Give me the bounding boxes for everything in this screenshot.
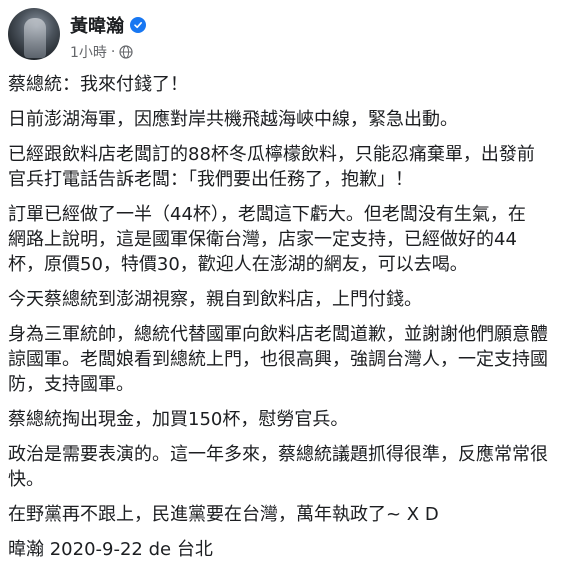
post-body: 蔡總統：我來付錢了！ 日前澎湖海軍，因應對岸共機飛越海峽中線，緊急出動。 已經跟… — [8, 72, 576, 572]
post-paragraph: 在野黨再不跟上，民進黨要在台灣，萬年執政了~ X D — [8, 504, 439, 525]
globe-icon[interactable] — [119, 45, 133, 59]
author-name[interactable]: 黃暐瀚 — [70, 12, 124, 38]
avatar-figure — [24, 18, 46, 58]
post-signature: 暐瀚 2020-9-22 de 台北 — [8, 539, 213, 560]
post-paragraph: 蔡總統掏出現金，加買150杯，慰勞官兵。 — [8, 409, 349, 430]
meta-separator: · — [110, 44, 116, 60]
post-paragraph: 身為三軍統帥，總統代替國軍向飲料店老闆道歉，並謝謝他們願意體 諒國軍。老闆娘看到… — [8, 324, 548, 395]
post-meta: 1小時 · — [70, 42, 133, 62]
post-header: 黃暐瀚 1小時 · — [8, 8, 568, 64]
post-paragraph: 已經跟飲料店老闆訂的88杯冬瓜檸檬飲料，只能忍痛棄單，出發前 官兵打電話告訴老闆… — [8, 144, 535, 190]
post-paragraph: 蔡總統：我來付錢了！ — [8, 74, 188, 95]
author-name-row: 黃暐瀚 — [70, 12, 146, 38]
post-paragraph: 日前澎湖海軍，因應對岸共機飛越海峽中線，緊急出動。 — [8, 109, 458, 130]
verified-badge-icon — [130, 17, 146, 33]
facebook-post: 黃暐瀚 1小時 · 蔡總統：我來付錢了！ 日前澎湖海軍，因應對岸共機飛越海峽中線… — [0, 0, 584, 560]
post-paragraph: 訂單已經做了一半（44杯），老闆這下虧大。但老闆没有生氣，在 網路上說明，這是國… — [8, 204, 526, 275]
post-paragraph: 今天蔡總統到澎湖視察，親自到飲料店，上門付錢。 — [8, 289, 422, 310]
post-paragraph: 政治是需要表演的。這一年多來，蔡總統議題抓得很準，反應常常很 快。 — [8, 444, 548, 490]
post-time[interactable]: 1小時 — [70, 42, 107, 62]
author-avatar[interactable] — [8, 8, 60, 60]
